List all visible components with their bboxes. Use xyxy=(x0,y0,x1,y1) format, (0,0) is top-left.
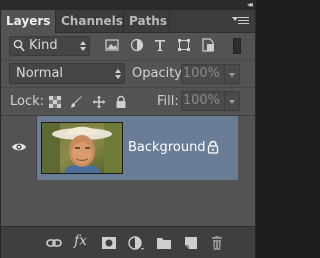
layer-content[interactable]: Background xyxy=(37,116,238,180)
layer-row-background[interactable]: Background xyxy=(1,116,255,180)
opacity-input[interactable]: 100% xyxy=(181,64,225,84)
type-filter-icon[interactable] xyxy=(153,38,167,52)
layer-name: Background xyxy=(128,140,206,155)
link-layers-icon[interactable] xyxy=(46,235,62,251)
lock-transparent-icon[interactable] xyxy=(48,95,62,109)
visibility-toggle[interactable] xyxy=(1,116,37,180)
panel-title-strip: ◂◂ xyxy=(1,0,255,10)
delete-icon[interactable] xyxy=(209,235,225,251)
opacity-label: Opacity: xyxy=(132,66,186,81)
adjustment-layer-icon[interactable] xyxy=(128,235,144,251)
blend-row: Normal Opacity: 100% xyxy=(1,61,255,88)
layers-list: Background xyxy=(1,116,255,226)
fill-dropdown-button[interactable] xyxy=(225,91,240,111)
filter-toggle-switch[interactable] xyxy=(233,38,241,54)
tab-paths[interactable]: Paths xyxy=(124,10,170,32)
lock-image-icon[interactable] xyxy=(69,95,83,109)
eye-icon xyxy=(12,143,26,151)
updown-arrows-icon xyxy=(80,40,86,52)
updown-arrows-icon xyxy=(115,68,121,80)
fill-input[interactable]: 100% xyxy=(181,91,225,111)
shape-filter-icon[interactable] xyxy=(177,38,191,52)
filter-kind-select[interactable]: Kind xyxy=(9,36,90,56)
tab-bar: Layers Channels Paths xyxy=(1,10,255,33)
smart-object-filter-icon[interactable] xyxy=(201,38,215,52)
lock-row: Lock: Fill: 100% xyxy=(1,88,255,116)
blend-mode-select[interactable]: Normal xyxy=(9,63,125,84)
fx-icon[interactable]: fx xyxy=(74,233,92,249)
tab-layers[interactable]: Layers xyxy=(1,10,56,33)
pixel-filter-icon[interactable] xyxy=(105,38,119,52)
tab-channels[interactable]: Channels xyxy=(56,10,124,32)
new-layer-icon[interactable] xyxy=(183,235,199,251)
layer-lock-icon xyxy=(207,140,219,154)
group-icon[interactable] xyxy=(156,235,172,251)
layer-thumbnail xyxy=(41,122,123,174)
adjustment-filter-icon[interactable] xyxy=(130,38,144,52)
panel-footer: fx xyxy=(1,226,255,258)
search-icon xyxy=(13,39,25,56)
opacity-dropdown-button[interactable] xyxy=(225,64,240,84)
blend-mode-label: Normal xyxy=(16,66,64,81)
filter-row: Kind xyxy=(1,32,255,61)
add-mask-icon[interactable] xyxy=(101,235,117,251)
lock-label: Lock: xyxy=(10,94,45,109)
fill-label: Fill: xyxy=(157,94,179,109)
panel-menu-icon[interactable] xyxy=(232,17,249,25)
filter-kind-label: Kind xyxy=(29,38,58,53)
layers-panel: ◂◂ Layers Channels Paths Kind Normal Opa… xyxy=(0,0,256,258)
lock-position-icon[interactable] xyxy=(92,95,106,109)
lock-all-icon[interactable] xyxy=(114,95,128,109)
collapse-icon[interactable]: ◂◂ xyxy=(247,0,253,9)
